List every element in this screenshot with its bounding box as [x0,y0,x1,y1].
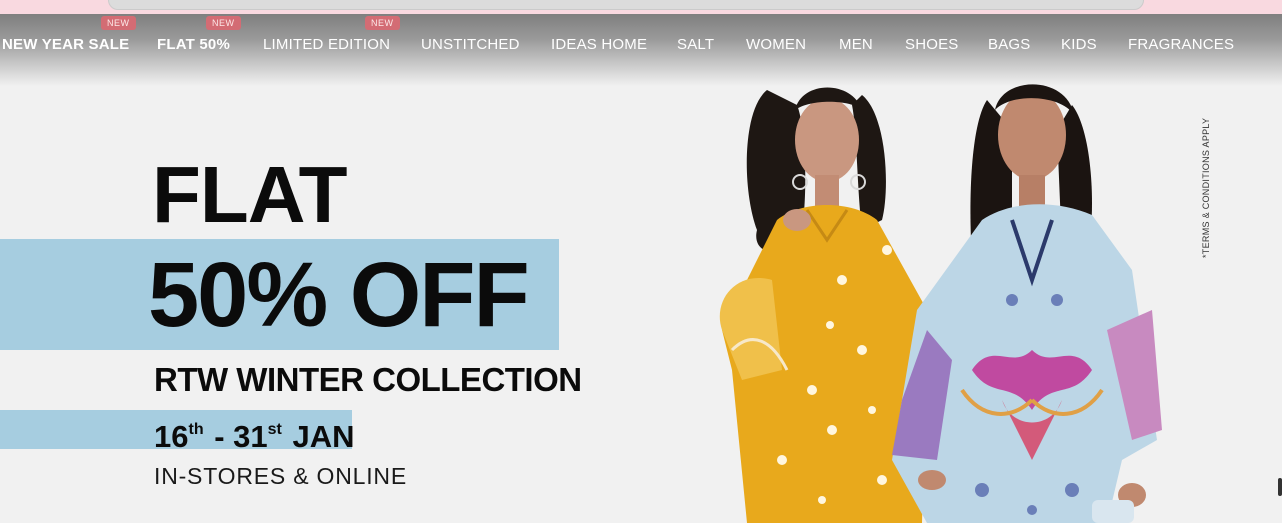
availability-text: IN-STORES & ONLINE [154,463,407,489]
terms-note: *TERMS & CONDITIONS APPLY [1201,117,1211,258]
hero-flat-text: FLAT [152,150,347,239]
new-badge: NEW [101,16,136,30]
nav-item-unstitched[interactable]: UNSTITCHED [421,36,520,54]
date-end-suffix: st [267,421,282,438]
nav-item-fragrances[interactable]: FRAGRANCES [1128,36,1234,54]
nav-item-women[interactable]: WOMEN [746,36,806,54]
model-right [892,84,1162,523]
date-start-suffix: th [188,421,204,438]
date-end: 31 [233,419,268,454]
models-image [719,84,1162,523]
sale-dates: 16th - 31st JAN [154,411,355,456]
date-start: 16 [154,419,189,454]
top-promo-strip [0,0,1282,14]
date-month: JAN [283,419,355,454]
nav-item-limited-edition[interactable]: LIMITED EDITION [263,36,390,54]
search-bar[interactable] [108,0,1144,10]
nav-item-bags[interactable]: BAGS [988,36,1030,54]
new-badge: NEW [206,16,241,30]
hero-offer-text: 50% OFF [148,244,530,346]
nav-item-men[interactable]: MEN [839,36,873,54]
nav-item-new-year-sale[interactable]: NEW YEAR SALE [2,36,129,54]
date-separator: - [205,419,234,454]
nav-item-ideas-home[interactable]: IDEAS HOME [551,36,647,54]
nav-item-shoes[interactable]: SHOES [905,36,959,54]
nav-item-salt[interactable]: SALT [677,36,714,54]
nav-item-kids[interactable]: KIDS [1061,36,1097,54]
nav-item-flat-50[interactable]: FLAT 50% [157,36,230,54]
collection-title: RTW WINTER COLLECTION [154,361,582,398]
new-badge: NEW [365,16,400,30]
scroll-handle[interactable] [1278,478,1282,496]
